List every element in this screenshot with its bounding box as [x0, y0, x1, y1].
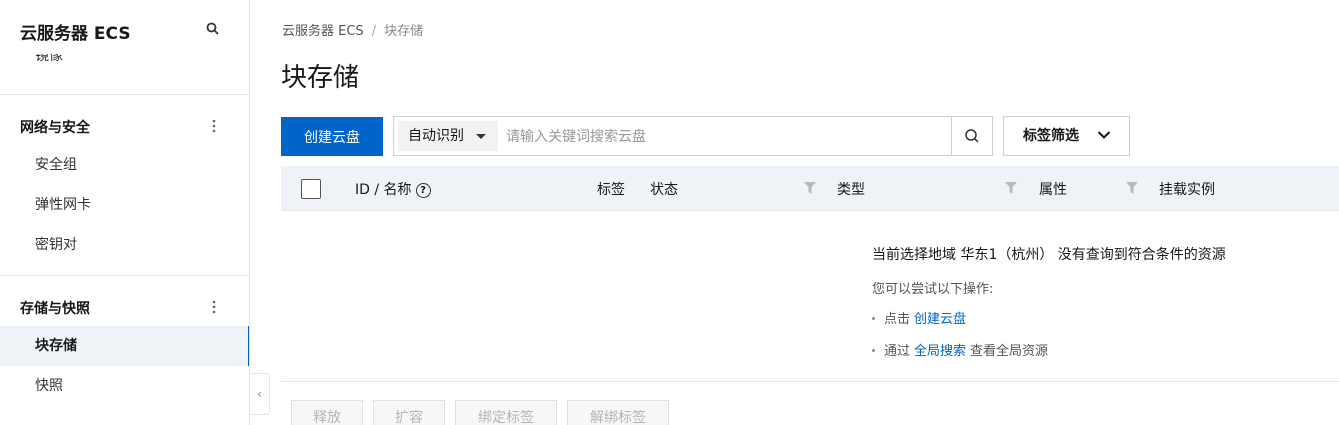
empty-suggestion: 点击 创建云盘 — [872, 308, 1226, 327]
divider — [281, 381, 1339, 382]
filter-icon[interactable] — [1005, 182, 1017, 194]
more-vertical-icon[interactable] — [207, 118, 221, 134]
sidebar-item-security-group[interactable]: 安全组 — [0, 145, 249, 185]
sidebar-item-keypair[interactable]: 密钥对 — [0, 225, 249, 265]
bullet — [872, 317, 875, 320]
create-disk-button[interactable]: 创建云盘 — [281, 117, 383, 156]
breadcrumb-root[interactable]: 云服务器 ECS — [282, 24, 364, 39]
sidebar-item-images[interactable]: 镜像 — [35, 54, 63, 72]
sidebar-group-storage[interactable]: 存储与快照 — [20, 298, 90, 318]
tag-filter-label: 标签筛选 — [1023, 128, 1079, 144]
search-button[interactable] — [951, 117, 992, 155]
chevron-down-icon — [1097, 131, 1111, 139]
sidebar: 云服务器 ECS 镜像 网络与安全 安全组 弹性网卡 密钥对 存储与快照 块存储… — [0, 0, 250, 425]
bind-tags-button[interactable]: 绑定标签 — [455, 400, 557, 425]
column-attribute: 属性 — [1039, 182, 1067, 198]
empty-subtitle: 您可以尝试以下操作: — [872, 282, 994, 297]
column-id-name: ID / 名称? — [355, 179, 431, 199]
breadcrumb: 云服务器 ECS / 块存储 — [282, 20, 423, 39]
release-button[interactable]: 释放 — [291, 400, 363, 425]
sidebar-item-block-storage[interactable]: 块存储 — [0, 326, 249, 366]
bullet — [872, 349, 875, 352]
empty-title: 当前选择地域 华东1（杭州） 没有查询到符合条件的资源 — [872, 247, 1226, 263]
sidebar-item-snapshot[interactable]: 快照 — [0, 366, 249, 406]
unbind-tags-button[interactable]: 解绑标签 — [567, 400, 669, 425]
suggestion-text: 查看全局资源 — [970, 344, 1049, 359]
global-search-link[interactable]: 全局搜索 — [914, 344, 966, 359]
search-type-select[interactable]: 自动识别 — [398, 121, 498, 151]
table-header: ID / 名称? 标签 状态 类型 属性 挂载实例 — [281, 166, 1339, 211]
filter-icon[interactable] — [1126, 182, 1138, 194]
page-title: 块存储 — [281, 63, 360, 93]
divider — [0, 275, 249, 276]
empty-suggestion: 通过 全局搜索 查看全局资源 — [872, 340, 1226, 359]
help-icon[interactable]: ? — [415, 183, 431, 198]
sidebar-collapse-button[interactable]: ‹ — [250, 373, 270, 415]
column-type: 类型 — [837, 182, 865, 198]
search-type-label: 自动识别 — [408, 128, 464, 144]
column-instance: 挂载实例 — [1159, 182, 1215, 198]
sidebar-item-eni[interactable]: 弹性网卡 — [0, 185, 249, 225]
select-all-checkbox[interactable] — [301, 179, 321, 199]
column-id-name-label: ID / 名称 — [355, 182, 412, 198]
search-box: 自动识别 — [393, 116, 993, 156]
breadcrumb-separator: / — [371, 24, 377, 39]
breadcrumb-current: 块存储 — [384, 24, 424, 39]
more-vertical-icon[interactable] — [207, 299, 221, 315]
suggestion-text: 点击 — [884, 312, 911, 327]
search-icon — [965, 129, 979, 143]
divider — [0, 94, 249, 95]
chevron-left-icon: ‹ — [257, 387, 262, 401]
empty-state: 当前选择地域 华东1（杭州） 没有查询到符合条件的资源 您可以尝试以下操作: 点… — [872, 244, 1226, 372]
search-input[interactable] — [506, 121, 946, 151]
caret-down-icon — [476, 134, 486, 139]
column-status: 状态 — [650, 182, 678, 198]
resize-button[interactable]: 扩容 — [373, 400, 445, 425]
sidebar-title: 云服务器 ECS — [20, 24, 131, 44]
sidebar-group-network[interactable]: 网络与安全 — [20, 117, 90, 137]
tag-filter-button[interactable]: 标签筛选 — [1003, 116, 1130, 156]
filter-icon[interactable] — [804, 182, 816, 194]
suggestion-text: 通过 — [884, 344, 911, 359]
search-icon[interactable] — [205, 21, 221, 37]
create-disk-link[interactable]: 创建云盘 — [914, 312, 966, 327]
column-tags: 标签 — [597, 182, 625, 198]
